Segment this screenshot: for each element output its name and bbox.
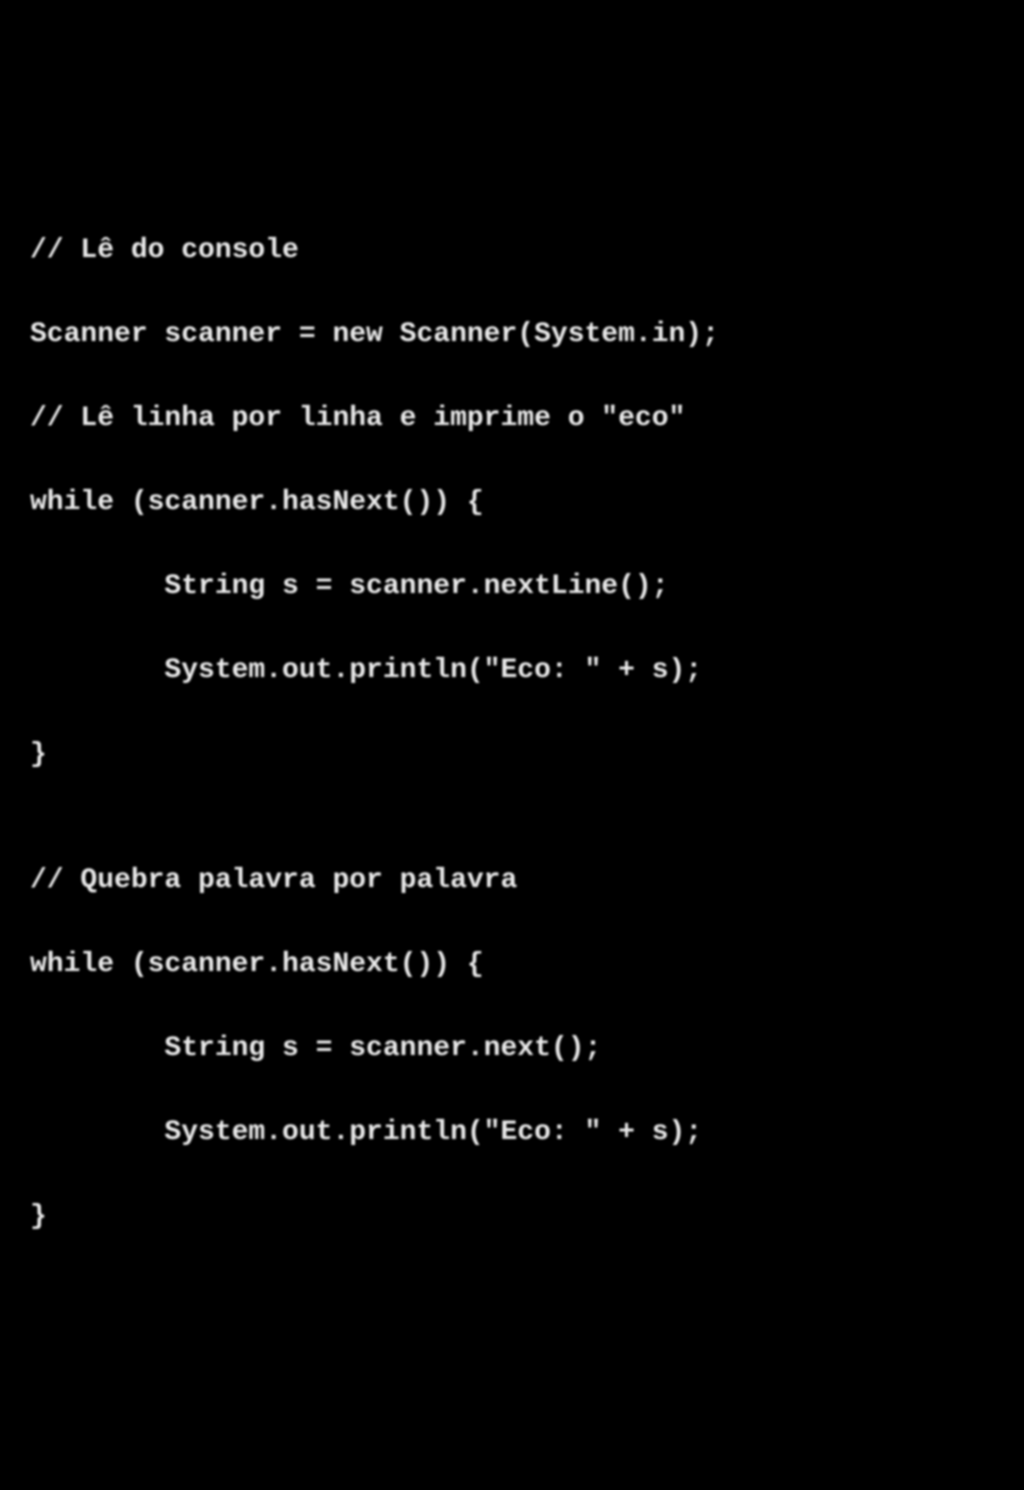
code-line: // Lê linha por linha e imprime o "eco": [30, 398, 994, 440]
code-line: while (scanner.hasNext()) {: [30, 482, 994, 524]
code-line: String s = scanner.next();: [30, 1028, 994, 1070]
code-line: System.out.println("Eco: " + s);: [30, 1112, 994, 1154]
code-line: }: [30, 734, 994, 776]
code-line: System.out.println("Eco: " + s);: [30, 650, 994, 692]
code-line: String s = scanner.nextLine();: [30, 566, 994, 608]
code-line: // Quebra palavra por palavra: [30, 860, 994, 902]
code-block: // Lê do console Scanner scanner = new S…: [30, 188, 994, 1280]
code-line: }: [30, 1196, 994, 1238]
code-line: while (scanner.hasNext()) {: [30, 944, 994, 986]
code-line: Scanner scanner = new Scanner(System.in)…: [30, 314, 994, 356]
code-line: // Lê do console: [30, 230, 994, 272]
